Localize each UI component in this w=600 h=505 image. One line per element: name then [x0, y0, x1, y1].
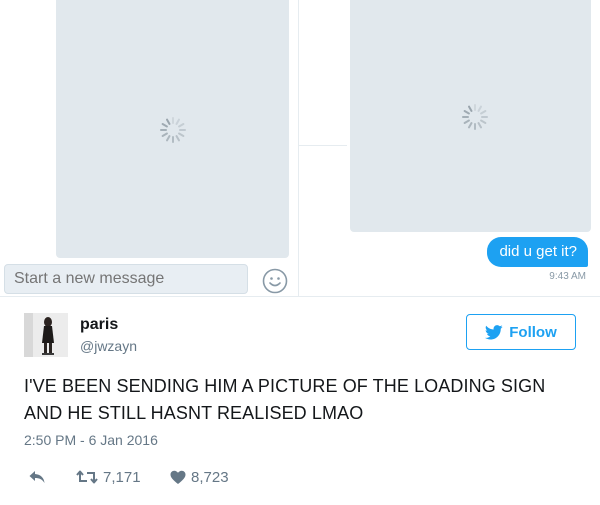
tweet-text: I'VE BEEN SENDING HIM A PICTURE OF THE L… [24, 376, 546, 423]
reply-button[interactable] [28, 469, 76, 485]
tweet-actions: 7,171 8,723 [28, 466, 229, 488]
smiley-face-icon[interactable] [262, 268, 288, 294]
like-button[interactable]: 8,723 [170, 469, 229, 486]
dm-panel-left [0, 0, 298, 296]
follow-label: Follow [509, 323, 557, 341]
message-timestamp: 9:43 AM [549, 271, 586, 282]
follow-button[interactable]: Follow [466, 314, 576, 350]
reply-arrow-icon [29, 471, 45, 483]
loading-spinner-icon [160, 117, 186, 143]
heart-icon [170, 470, 186, 484]
retweet-button[interactable]: 7,171 [76, 469, 170, 486]
image-placeholder-left[interactable] [56, 0, 289, 258]
retweet-icon [76, 470, 98, 484]
retweet-count: 7,171 [103, 468, 141, 486]
like-count: 8,723 [191, 468, 229, 486]
display-name[interactable]: paris [80, 316, 118, 334]
avatar[interactable] [24, 313, 68, 357]
image-placeholder-right[interactable] [350, 0, 591, 232]
dm-panel-right: did u get it? 9:43 AM [298, 0, 600, 296]
loading-spinner-icon [462, 104, 488, 130]
sent-message-bubble[interactable]: did u get it? [487, 237, 588, 267]
twitter-bird-icon [485, 324, 503, 339]
section-divider [0, 296, 600, 297]
user-handle[interactable]: @jwzayn [80, 338, 137, 354]
divider [299, 145, 347, 146]
new-message-input[interactable] [4, 264, 248, 294]
tweet-timestamp[interactable]: 2:50 PM - 6 Jan 2016 [24, 432, 158, 448]
